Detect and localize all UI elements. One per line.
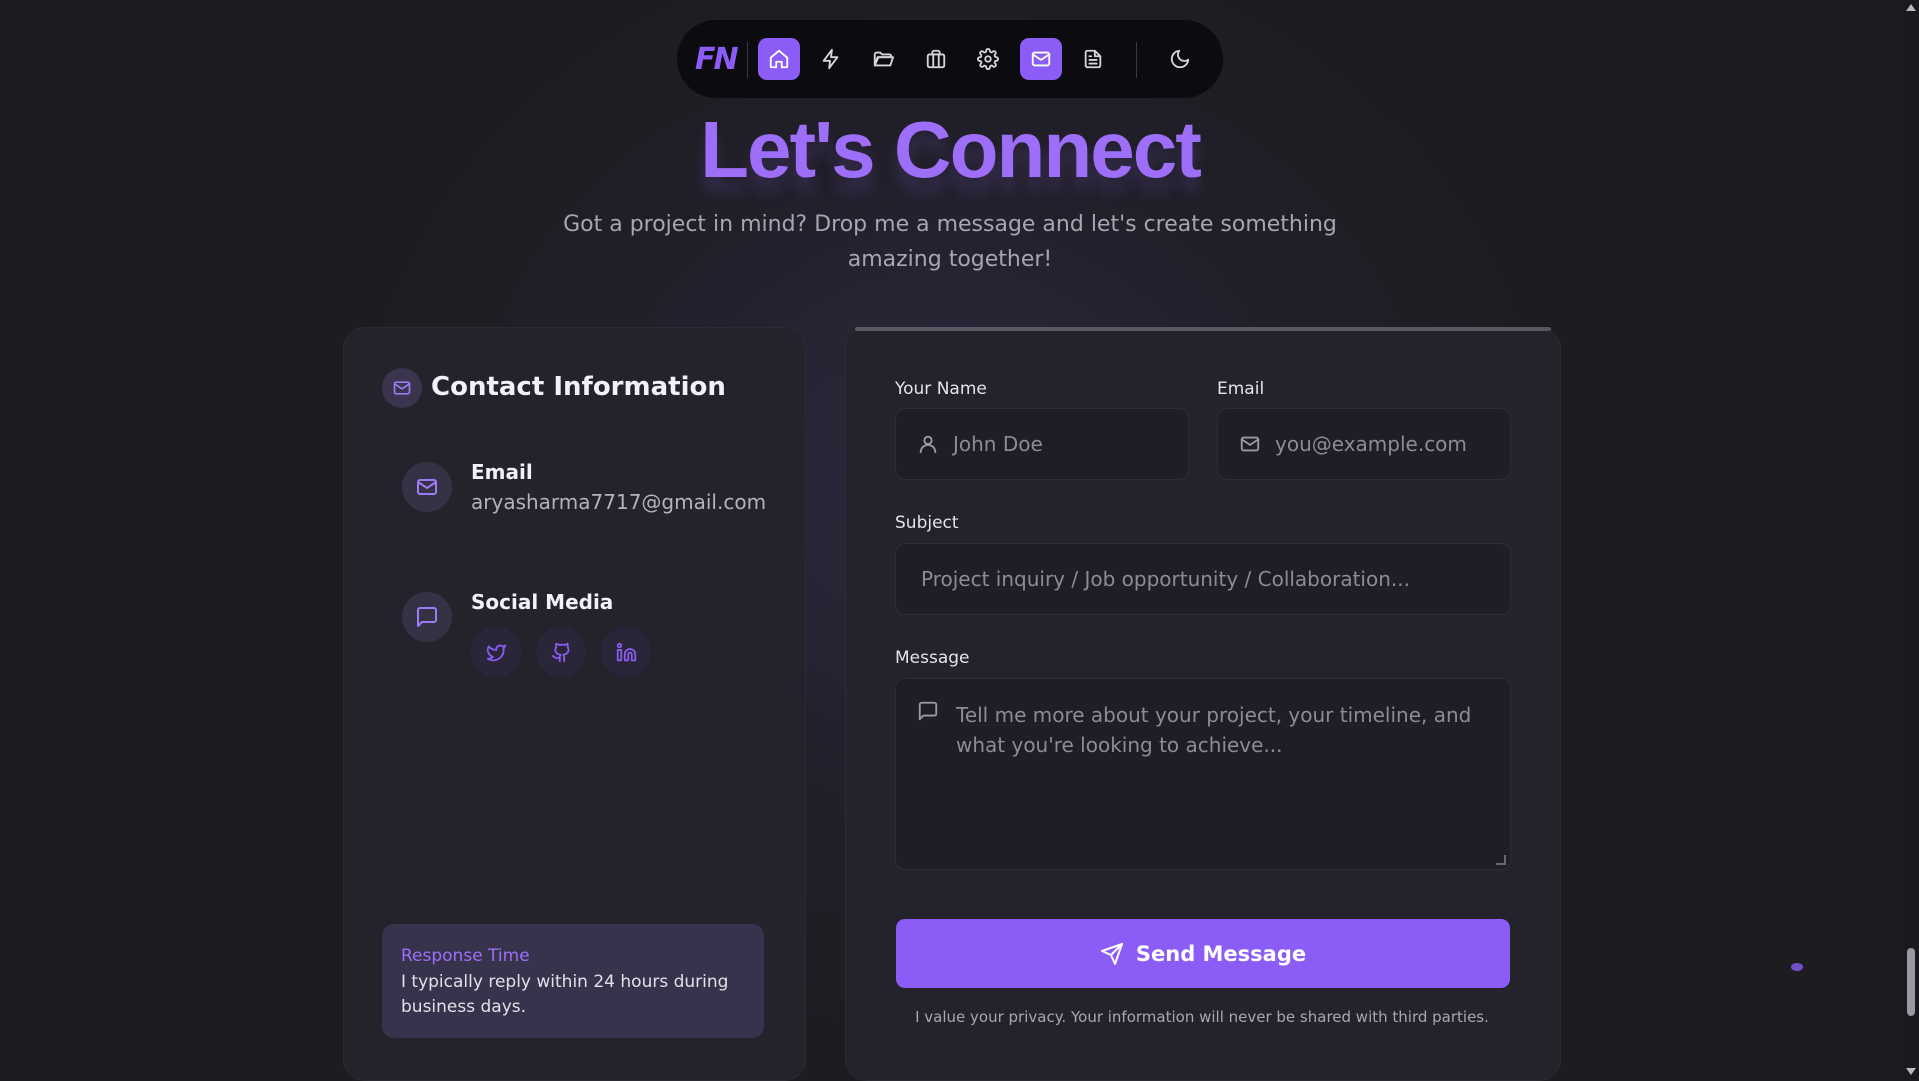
logo[interactable]: FN <box>695 42 739 77</box>
message-field[interactable]: Tell me more about your project, your ti… <box>895 678 1511 870</box>
chat-icon <box>417 607 437 627</box>
privacy-note: I value your privacy. Your information w… <box>915 1008 1489 1026</box>
nav-skills-button[interactable] <box>810 38 852 80</box>
home-icon <box>769 49 789 69</box>
contact-info-badge <box>382 368 422 408</box>
message-label: Message <box>895 648 970 668</box>
nav-divider <box>747 42 748 78</box>
theme-toggle-button[interactable] <box>1159 38 1201 80</box>
email-field[interactable]: you@example.com <box>1217 408 1511 480</box>
nav-contact-button[interactable] <box>1020 38 1062 80</box>
twitter-icon <box>486 644 506 661</box>
subject-field[interactable]: Project inquiry / Job opportunity / Coll… <box>895 543 1511 615</box>
github-icon <box>551 642 569 662</box>
social-media-label: Social Media <box>471 590 614 614</box>
folder-icon <box>873 51 894 67</box>
name-label: Your Name <box>895 379 987 399</box>
mail-icon <box>417 479 437 495</box>
response-time-title: Response Time <box>401 946 530 966</box>
briefcase-icon <box>926 49 946 69</box>
contact-info-title: Contact Information <box>431 372 726 402</box>
top-navbar: FN <box>677 20 1223 98</box>
mail-icon <box>393 381 411 395</box>
chat-icon <box>918 701 938 721</box>
nav-projects-button[interactable] <box>862 38 904 80</box>
message-placeholder: Tell me more about your project, your ti… <box>956 703 1472 757</box>
email-placeholder: you@example.com <box>1275 432 1467 456</box>
subject-label: Subject <box>895 513 959 533</box>
name-placeholder: John Doe <box>953 432 1043 456</box>
email-info-badge <box>402 462 452 512</box>
nav-divider <box>1136 42 1137 78</box>
email-info-label: Email <box>471 460 533 484</box>
user-icon <box>919 435 937 454</box>
nav-resume-button[interactable] <box>1072 38 1114 80</box>
email-label: Email <box>1217 379 1265 399</box>
mail-icon <box>1031 51 1051 67</box>
name-field[interactable]: John Doe <box>895 408 1189 480</box>
mail-icon <box>1240 436 1260 452</box>
github-link[interactable] <box>536 627 586 677</box>
moon-icon <box>1170 49 1190 69</box>
decorative-sparkle <box>1791 963 1803 971</box>
page-title: Let's Connect <box>700 105 1202 194</box>
send-message-button[interactable]: Send Message <box>896 919 1510 988</box>
scroll-thumb[interactable] <box>1907 948 1915 1016</box>
response-time-box: Response Time I typically reply within 2… <box>382 924 764 1038</box>
twitter-link[interactable] <box>471 627 521 677</box>
send-message-label: Send Message <box>1135 941 1307 966</box>
form-card-accent-bar <box>855 327 1551 331</box>
email-info-value[interactable]: aryasharma7717@gmail.com <box>471 490 766 514</box>
subject-placeholder: Project inquiry / Job opportunity / Coll… <box>921 567 1410 591</box>
nav-settings-button[interactable] <box>967 38 1009 80</box>
nav-home-button[interactable] <box>758 38 800 80</box>
gear-icon <box>977 48 999 70</box>
document-icon <box>1084 49 1102 69</box>
bolt-icon <box>822 48 839 70</box>
scroll-up-arrow[interactable] <box>1906 4 1916 11</box>
send-icon <box>1100 942 1123 965</box>
nav-experience-button[interactable] <box>915 38 957 80</box>
page-scrollbar[interactable] <box>1903 0 1919 1079</box>
linkedin-icon <box>616 642 636 661</box>
page-subtitle: Got a project in mind? Drop me a message… <box>563 212 1337 272</box>
social-info-badge <box>402 592 452 642</box>
linkedin-link[interactable] <box>601 627 651 677</box>
response-time-text: I typically reply within 24 hours during… <box>401 972 729 1017</box>
scroll-down-arrow[interactable] <box>1906 1068 1916 1075</box>
resize-handle[interactable] <box>1496 855 1506 865</box>
